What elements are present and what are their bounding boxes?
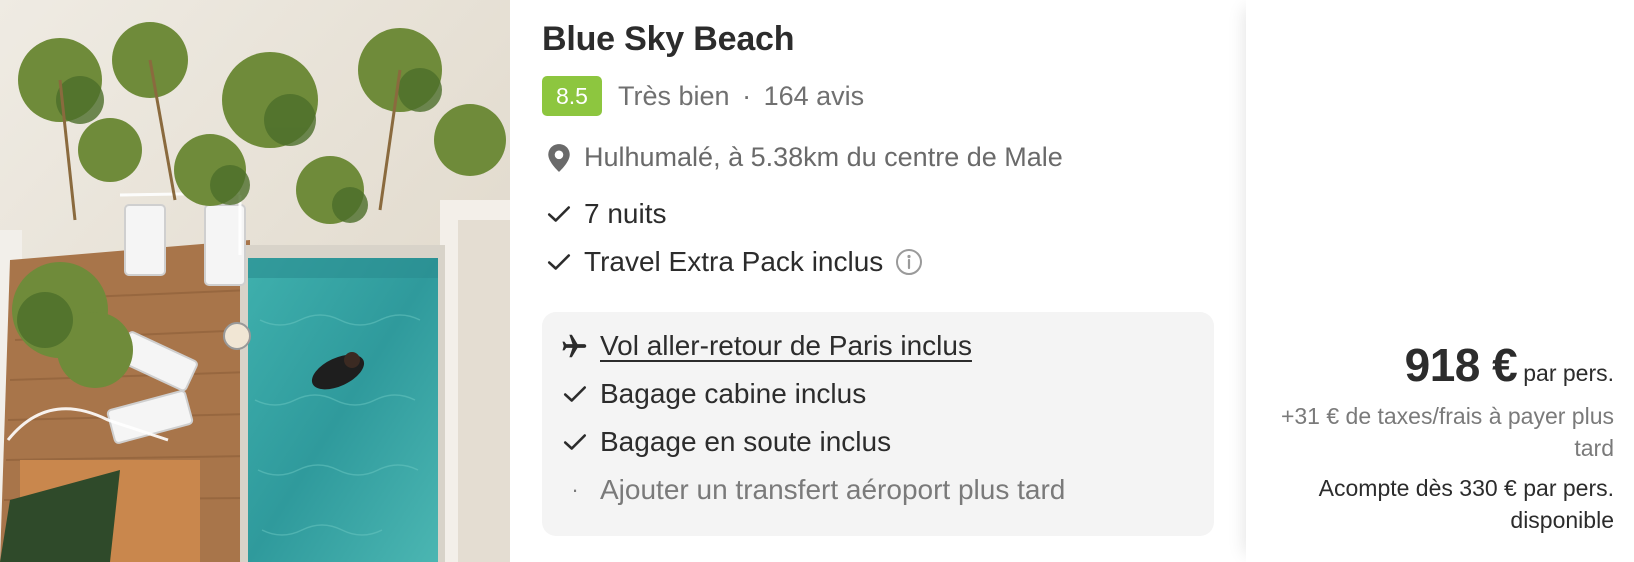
nights-text: 7 nuits	[584, 198, 667, 229]
included-services-box: Vol aller-retour de Paris inclus Bagage …	[542, 312, 1214, 536]
location-text: Hulhumalé, à 5.38km du centre de Male	[584, 142, 1063, 172]
hotel-card[interactable]: Blue Sky Beach 8.5 Très bien · 164 avis …	[0, 0, 1634, 562]
info-icon[interactable]	[895, 248, 923, 276]
cabin-bag-row: Bagage cabine inclus	[560, 378, 866, 410]
rating-row: 8.5 Très bien · 164 avis	[542, 76, 864, 116]
taxes-note: +31 € de taxes/frais à payer plus tard	[1280, 403, 1614, 461]
rating-text: Très bien · 164 avis	[618, 81, 864, 112]
price-panel[interactable]: 918 € par pers. +31 € de taxes/frais à p…	[1246, 0, 1634, 562]
price-line: 918 € par pers.	[1405, 338, 1614, 392]
rating-score-badge: 8.5	[542, 76, 602, 116]
extra-pack-text: Travel Extra Pack inclus	[584, 246, 884, 277]
hotel-photo[interactable]	[0, 0, 510, 562]
flight-included-link[interactable]: Vol aller-retour de Paris inclus	[600, 330, 972, 362]
cabin-bag-text: Bagage cabine inclus	[600, 378, 867, 409]
flight-row: Vol aller-retour de Paris inclus	[560, 330, 972, 362]
rating-separator: ·	[742, 80, 752, 111]
check-icon	[560, 427, 590, 457]
bullet: ·	[571, 477, 579, 502]
price-per-person: par pers.	[1523, 360, 1614, 386]
rating-label: Très bien	[618, 80, 730, 111]
hotel-info: Blue Sky Beach 8.5 Très bien · 164 avis …	[510, 0, 1246, 562]
transfer-text: Ajouter un transfert aéroport plus tard	[600, 474, 1066, 505]
reviews-count[interactable]: 164 avis	[764, 81, 865, 111]
check-icon	[560, 379, 590, 409]
hotel-name[interactable]: Blue Sky Beach	[542, 20, 795, 59]
check-icon	[547, 254, 571, 270]
transfer-row: · Ajouter un transfert aéroport plus tar…	[560, 474, 1065, 506]
deposit-note: Acompte dès 330 € par pers. disponible	[1318, 475, 1614, 533]
check-icon	[547, 206, 571, 222]
price-amount: 918 €	[1404, 339, 1518, 391]
hold-bag-row: Bagage en soute inclus	[560, 426, 891, 458]
feature-nights: 7 nuits	[546, 198, 667, 230]
hotel-photo-image	[0, 0, 510, 562]
feature-extra-pack: Travel Extra Pack inclus	[546, 246, 923, 278]
location-pin-icon	[548, 143, 570, 172]
plane-icon	[560, 331, 590, 361]
hotel-location: Hulhumalé, à 5.38km du centre de Male	[546, 142, 1063, 173]
hold-bag-text: Bagage en soute inclus	[600, 426, 892, 457]
